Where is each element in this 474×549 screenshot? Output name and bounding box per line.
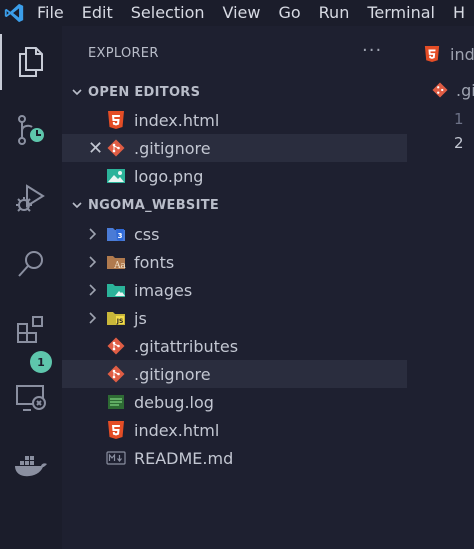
remote-explorer-icon[interactable]: [0, 370, 62, 426]
open-editors-header[interactable]: OPEN EDITORS: [62, 80, 407, 104]
git-icon: [106, 336, 126, 356]
explorer-icon[interactable]: [0, 34, 62, 90]
chevron-right-icon: [86, 282, 98, 301]
project-label: NGOMA_WEBSITE: [88, 197, 220, 213]
open-editor-gitignore[interactable]: ✕ .gitignore: [62, 134, 407, 162]
folder-name: fonts: [134, 252, 175, 272]
git-icon: [106, 138, 126, 158]
open-editor-logo-png[interactable]: logo.png: [62, 162, 407, 190]
html-icon: [106, 420, 126, 440]
svg-text:3: 3: [118, 232, 123, 240]
vscode-logo-icon[interactable]: [0, 0, 28, 26]
breadcrumb-label: .gi: [456, 80, 474, 100]
search-icon[interactable]: [0, 236, 62, 292]
file-debug-log[interactable]: debug.log: [62, 388, 407, 416]
chevron-right-icon: [86, 226, 98, 245]
extensions-icon[interactable]: [0, 302, 62, 358]
folder-css[interactable]: 3 css: [62, 220, 407, 248]
file-gitignore[interactable]: .gitignore: [62, 360, 407, 388]
file-gitattributes[interactable]: .gitattributes: [62, 332, 407, 360]
activity-bar: 1: [0, 26, 62, 549]
git-icon: [106, 364, 126, 384]
menu-edit[interactable]: Edit: [73, 0, 122, 26]
js-folder-icon: JS: [106, 308, 126, 328]
docker-icon[interactable]: [0, 438, 62, 494]
file-name: .gitattributes: [134, 336, 239, 356]
editor-tab-index-html[interactable]: inde: [422, 44, 474, 64]
folder-name: images: [134, 280, 193, 300]
svg-text:JS: JS: [116, 318, 124, 325]
menu-selection[interactable]: Selection: [122, 0, 214, 26]
menu-file[interactable]: File: [28, 0, 73, 26]
menu-run[interactable]: Run: [310, 0, 359, 26]
folder-fonts[interactable]: Aa fonts: [62, 248, 407, 276]
menu-terminal[interactable]: Terminal: [358, 0, 444, 26]
editor-area: inde .gi 1 2: [414, 26, 474, 549]
file-name: README.md: [134, 448, 234, 468]
explorer-title: EXPLORER: [88, 46, 159, 61]
file-index-html[interactable]: index.html: [62, 416, 407, 444]
source-control-icon[interactable]: [0, 102, 62, 158]
close-icon[interactable]: ✕: [88, 138, 103, 159]
fonts-folder-icon: Aa: [106, 252, 126, 272]
line-number: 1: [454, 110, 464, 128]
folder-name: css: [134, 224, 160, 244]
html-icon: [422, 44, 442, 64]
folder-images[interactable]: images: [62, 276, 407, 304]
project-header[interactable]: NGOMA_WEBSITE: [62, 193, 407, 217]
svg-text:Aa: Aa: [113, 261, 126, 271]
chevron-down-icon: [66, 86, 88, 98]
menu-bar: File Edit Selection View Go Run Terminal…: [0, 0, 474, 26]
open-editor-index-html[interactable]: index.html: [62, 106, 407, 134]
run-debug-icon[interactable]: [0, 170, 62, 226]
css-folder-icon: 3: [106, 224, 126, 244]
file-name: .gitignore: [134, 138, 211, 158]
chevron-right-icon: [86, 254, 98, 273]
menu-go[interactable]: Go: [269, 0, 309, 26]
html-icon: [106, 110, 126, 130]
tab-label: inde: [450, 44, 474, 64]
menu-help[interactable]: H: [444, 0, 474, 26]
file-name: .gitignore: [134, 364, 211, 384]
more-actions-icon[interactable]: ···: [362, 40, 382, 61]
chevron-down-icon: [66, 199, 88, 211]
file-readme-md[interactable]: README.md: [62, 444, 407, 472]
git-icon: [430, 80, 450, 100]
log-icon: [106, 392, 126, 412]
images-folder-icon: [106, 280, 126, 300]
file-name: index.html: [134, 420, 220, 440]
line-number: 2: [454, 134, 464, 152]
image-icon: [106, 166, 126, 186]
chevron-right-icon: [86, 310, 98, 329]
file-name: debug.log: [134, 392, 214, 412]
folder-name: js: [134, 308, 147, 328]
folder-js[interactable]: JS js: [62, 304, 407, 332]
menu-view[interactable]: View: [214, 0, 270, 26]
markdown-icon: [106, 448, 126, 468]
explorer-sidebar: EXPLORER ··· OPEN EDITORS index.html ✕ .…: [62, 26, 414, 549]
open-editors-label: OPEN EDITORS: [88, 84, 201, 100]
file-name: logo.png: [134, 166, 204, 186]
breadcrumb[interactable]: .gi: [430, 80, 474, 100]
file-name: index.html: [134, 110, 220, 130]
